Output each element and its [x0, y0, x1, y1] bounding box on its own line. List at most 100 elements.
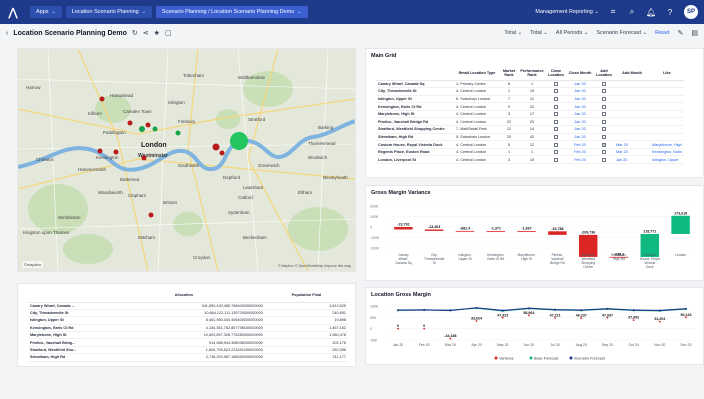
grid-cell-cm[interactable]: Feb 20: [566, 148, 594, 157]
table-row[interactable]: Marylebone, High St 10,602,897,328.775280…: [28, 331, 348, 340]
grid-cell-name[interactable]: Kensington, Earls Ct Rd: [376, 102, 454, 111]
checkbox-icon[interactable]: [554, 81, 558, 86]
table-row[interactable]: Marylebone, High St 4. Central London 3 17 J…: [376, 110, 684, 119]
grid-cell-cm[interactable]: Jan 20: [566, 125, 594, 134]
location-map[interactable]: Harrow Hampstead Islington Kilburn Camde…: [17, 48, 356, 272]
grid-cell-am[interactable]: Jan 20: [614, 155, 650, 165]
column-header[interactable]: Add Location: [594, 66, 614, 81]
mapbox-logo[interactable]: ©mapbox: [22, 261, 44, 268]
grid-cell-mr[interactable]: 5: [500, 80, 518, 89]
app-logo-icon[interactable]: ⋀: [6, 5, 20, 19]
checkbox-icon[interactable]: [602, 142, 606, 147]
share-icon[interactable]: ⋖: [143, 29, 149, 37]
grid-cell-type[interactable]: 7. Mall/Retail Park: [454, 125, 500, 134]
legend-label[interactable]: Base Forecast: [534, 356, 559, 360]
location-marker[interactable]: [127, 120, 133, 126]
checkbox-icon[interactable]: [602, 134, 606, 139]
checkbox-icon[interactable]: [554, 134, 558, 139]
grid-cell-cm[interactable]: Jan 20: [566, 95, 594, 104]
location-gross-margin-chart[interactable]: 100K 50K 0 -50K Jan 20 Feb 20 Mar 20 Apr 20 May …: [366, 300, 703, 364]
gross-margin-variance-chart[interactable]: 200K 100K 0 -100K -200K -23,792 Canary Wharf, Ca…: [366, 200, 703, 280]
variance-bar[interactable]: [671, 215, 690, 234]
table-row[interactable]: Custom House, Royal Victoria Dock 4. Cent…: [376, 140, 684, 149]
table-row[interactable]: Canary Wharf, Canada Sq 1. Primary Centre…: [376, 80, 684, 89]
variance-bar[interactable]: [517, 231, 536, 232]
grid-cell-like[interactable]: Islington, Upper: [650, 155, 684, 165]
grid-cell-pr[interactable]: 23: [518, 117, 546, 127]
grid-cell-mr[interactable]: 1: [500, 148, 518, 157]
table-row[interactable]: Kensington, Earls Ct Rd 4,154,361,762.867…: [28, 324, 348, 333]
grid-cell-like[interactable]: [650, 87, 684, 96]
grid-cell-pr[interactable]: 17: [518, 110, 546, 119]
checkbox-icon[interactable]: [554, 127, 558, 132]
checkbox-icon[interactable]: [602, 89, 606, 94]
grid-cell-mr[interactable]: 9: [500, 102, 518, 111]
checkbox-icon[interactable]: [554, 157, 558, 162]
reset-button[interactable]: Reset: [655, 30, 669, 36]
table-row[interactable]: Pimlico, Vauxhall Bridge Rd 4. Central Lo…: [376, 117, 684, 127]
grid-cell-am[interactable]: Mar 20: [614, 148, 650, 157]
table-row[interactable]: Pimlico, Vauxhall Bridg... 914,088,944.30…: [28, 338, 348, 347]
map-canvas[interactable]: Harrow Hampstead Islington Kilburn Camde…: [18, 49, 355, 271]
variance-bar[interactable]: [424, 229, 444, 231]
legend-label[interactable]: Variance: [499, 356, 514, 360]
series-point[interactable]: [632, 309, 635, 312]
grid-cell-type[interactable]: 5. Suburban London: [454, 95, 500, 104]
column-header[interactable]: Close Location: [546, 66, 566, 81]
grid-cell-like[interactable]: [650, 80, 684, 89]
grid-cell-type[interactable]: 4. Central London: [454, 110, 500, 119]
grid-cell-name[interactable]: Marylebone, High St: [376, 110, 454, 119]
close-location-checkbox[interactable]: [546, 95, 566, 104]
close-location-checkbox[interactable]: [546, 102, 566, 111]
close-location-checkbox[interactable]: [546, 148, 566, 157]
grid-cell-like[interactable]: [650, 102, 684, 111]
filter-total-2[interactable]: Total ⌄: [530, 30, 548, 36]
close-location-checkbox[interactable]: [546, 87, 566, 96]
checkbox-icon[interactable]: [602, 81, 606, 86]
add-location-checkbox[interactable]: [594, 155, 614, 165]
series-point[interactable]: [606, 307, 609, 310]
grid-cell-like[interactable]: [650, 125, 684, 134]
checkbox-icon[interactable]: [602, 127, 606, 132]
grid-cell-mr[interactable]: 1: [500, 87, 518, 96]
series-point[interactable]: [527, 307, 530, 310]
checkbox-icon[interactable]: [602, 104, 606, 109]
table-row[interactable]: Regents Place, Euston Road 4. Central Lon…: [376, 148, 684, 157]
grid-cell-mr[interactable]: 20: [500, 133, 518, 142]
checkbox-icon[interactable]: [554, 89, 558, 94]
grid-cell-cm[interactable]: Feb 20: [566, 155, 594, 165]
filter-scenario[interactable]: Scenario Forecast ⌄: [596, 30, 647, 36]
back-arrow-icon[interactable]: ‹: [6, 30, 8, 37]
grid-cell-pr[interactable]: 22: [518, 102, 546, 111]
column-header[interactable]: Performance Rank: [518, 66, 546, 81]
apps-menu[interactable]: Apps ⌄: [30, 6, 62, 18]
series-point[interactable]: [580, 309, 583, 312]
grid-cell-like[interactable]: [650, 110, 684, 119]
grid-cell-like[interactable]: [650, 117, 684, 127]
grid-cell-pr[interactable]: 15: [518, 155, 546, 165]
grid-cell-name[interactable]: Islington, Upper St: [376, 95, 454, 104]
grid-cell-type[interactable]: 4. Central London: [454, 148, 500, 157]
location-marker[interactable]: [97, 148, 103, 154]
table-row[interactable]: Stratford, Westfield Shopping Centre 7. M…: [376, 125, 684, 134]
add-location-checkbox[interactable]: [594, 117, 614, 127]
checkbox-icon[interactable]: [554, 104, 558, 109]
table-row[interactable]: Stratford, Westfield Sho... 1,609,799,523…: [28, 346, 348, 355]
column-header[interactable]: Close Month: [566, 66, 594, 81]
grid-cell-pr[interactable]: 1: [518, 148, 546, 157]
location-marker[interactable]: [175, 130, 181, 136]
add-location-checkbox[interactable]: [594, 148, 614, 157]
location-marker[interactable]: [219, 150, 225, 156]
add-location-checkbox[interactable]: [594, 110, 614, 119]
grid-cell-name[interactable]: Streatham, High Rd: [376, 133, 454, 142]
grid-cell-mr[interactable]: 3: [500, 155, 518, 165]
grid-cell-am[interactable]: [614, 102, 650, 111]
grid-cell-cm[interactable]: Jan 20: [566, 102, 594, 111]
location-marker[interactable]: [113, 149, 119, 155]
grid-cell-am[interactable]: [614, 80, 650, 89]
location-marker[interactable]: [145, 122, 151, 128]
grid-cell-name[interactable]: Stratford, Westfield Shopping Centre: [376, 125, 454, 134]
table-row[interactable]: City, Threadneedle St 4. Central London 1 1…: [376, 87, 684, 96]
checkbox-icon[interactable]: [554, 112, 558, 117]
map-attribution[interactable]: © Mapbox © OpenStreetMap Improve this ma…: [278, 264, 351, 268]
